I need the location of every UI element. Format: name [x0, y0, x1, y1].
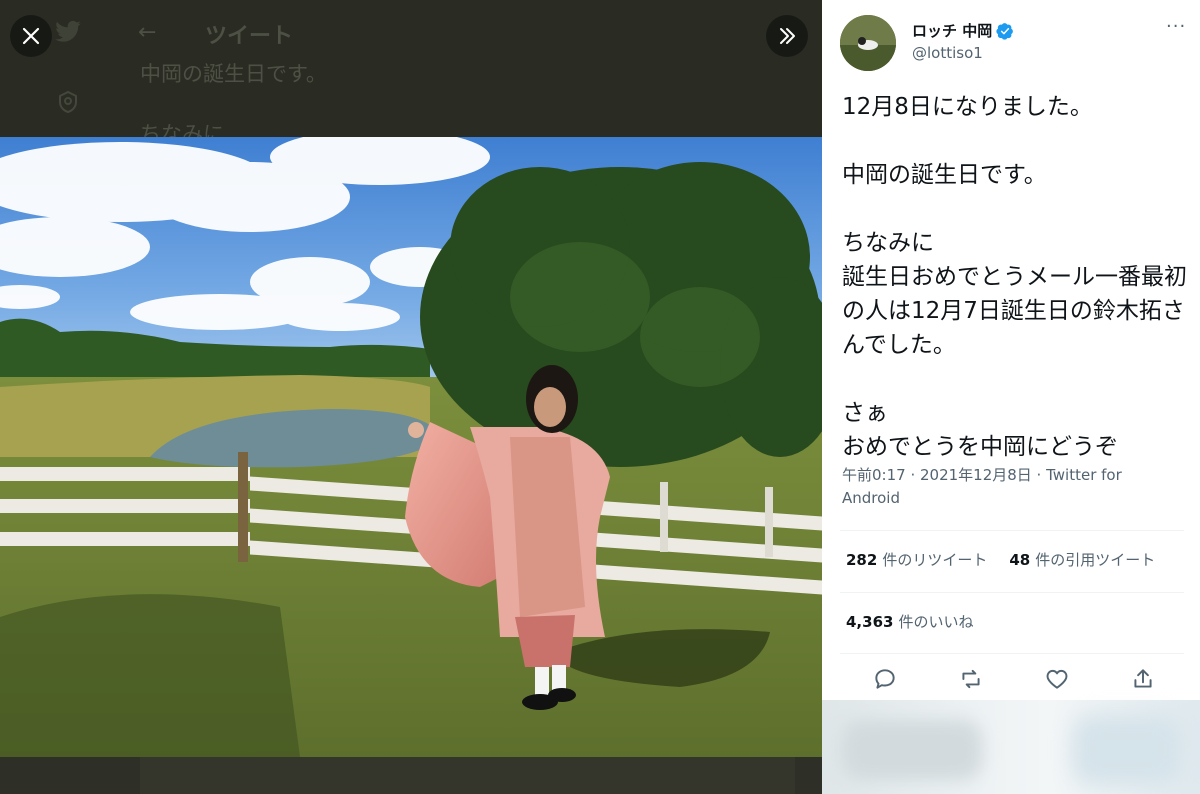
tweet-panel: ロッチ 中岡 @lottiso1 ··· 12月8日になりました。 中岡の誕生日…	[822, 0, 1200, 794]
backdrop-text-line: 中岡の誕生日です。	[140, 62, 327, 86]
more-options-button[interactable]: ···	[1166, 16, 1186, 37]
media-viewer: ← ツイート 中岡の誕生日です。 ちなみに ロッチ 中岡 @lottiso1 ·…	[0, 0, 1200, 794]
quotes-link[interactable]: 48 件の引用ツイート	[1009, 549, 1155, 570]
likes-label: 件のいいね	[898, 613, 974, 631]
explore-icon	[59, 90, 77, 114]
tweet-timestamp[interactable]: 午前0:17 · 2021年12月8日 ·	[842, 466, 1046, 484]
retweets-label: 件のリツイート	[882, 551, 988, 569]
likes-link[interactable]: 4,363 件のいいね	[846, 611, 973, 632]
reply-icon[interactable]	[872, 666, 898, 692]
share-icon[interactable]	[1130, 666, 1156, 692]
like-icon[interactable]	[1044, 666, 1070, 692]
author-name-text: ロッチ 中岡	[912, 22, 993, 40]
blurred-footer	[822, 700, 1200, 794]
tweet-text: 12月8日になりました。 中岡の誕生日です。 ちなみに 誕生日おめでとうメール一…	[842, 94, 1187, 460]
author-handle[interactable]: @lottiso1	[912, 44, 983, 62]
divider	[840, 530, 1184, 531]
author-name[interactable]: ロッチ 中岡	[912, 20, 1014, 41]
likes-count: 4,363	[846, 613, 894, 631]
page-title: ツイート	[205, 24, 294, 49]
tweet-meta: 午前0:17 · 2021年12月8日 · Twitter for Androi…	[842, 464, 1182, 510]
retweet-icon[interactable]	[958, 666, 984, 692]
back-arrow-icon: ←	[138, 20, 157, 45]
tweet-actions	[822, 666, 1200, 696]
divider	[840, 653, 1184, 654]
quotes-count: 48	[1009, 551, 1031, 569]
avatar[interactable]	[840, 15, 896, 71]
retweets-link[interactable]: 282 件のリツイート	[846, 549, 987, 570]
bottom-strip	[0, 757, 822, 794]
quotes-label: 件の引用ツイート	[1035, 551, 1156, 569]
divider	[840, 592, 1184, 593]
avatar-image	[840, 15, 896, 71]
twitter-logo-icon	[55, 20, 81, 42]
tweet-photo[interactable]	[0, 137, 822, 757]
verified-badge-icon	[996, 22, 1014, 40]
close-icon	[22, 27, 40, 45]
retweet-stats: 282 件のリツイート 48 件の引用ツイート	[846, 549, 1155, 570]
photo-image	[0, 137, 822, 757]
expand-button[interactable]	[766, 15, 808, 57]
close-button[interactable]	[10, 15, 52, 57]
retweets-count: 282	[846, 551, 878, 569]
chevron-double-right-icon	[780, 28, 795, 44]
